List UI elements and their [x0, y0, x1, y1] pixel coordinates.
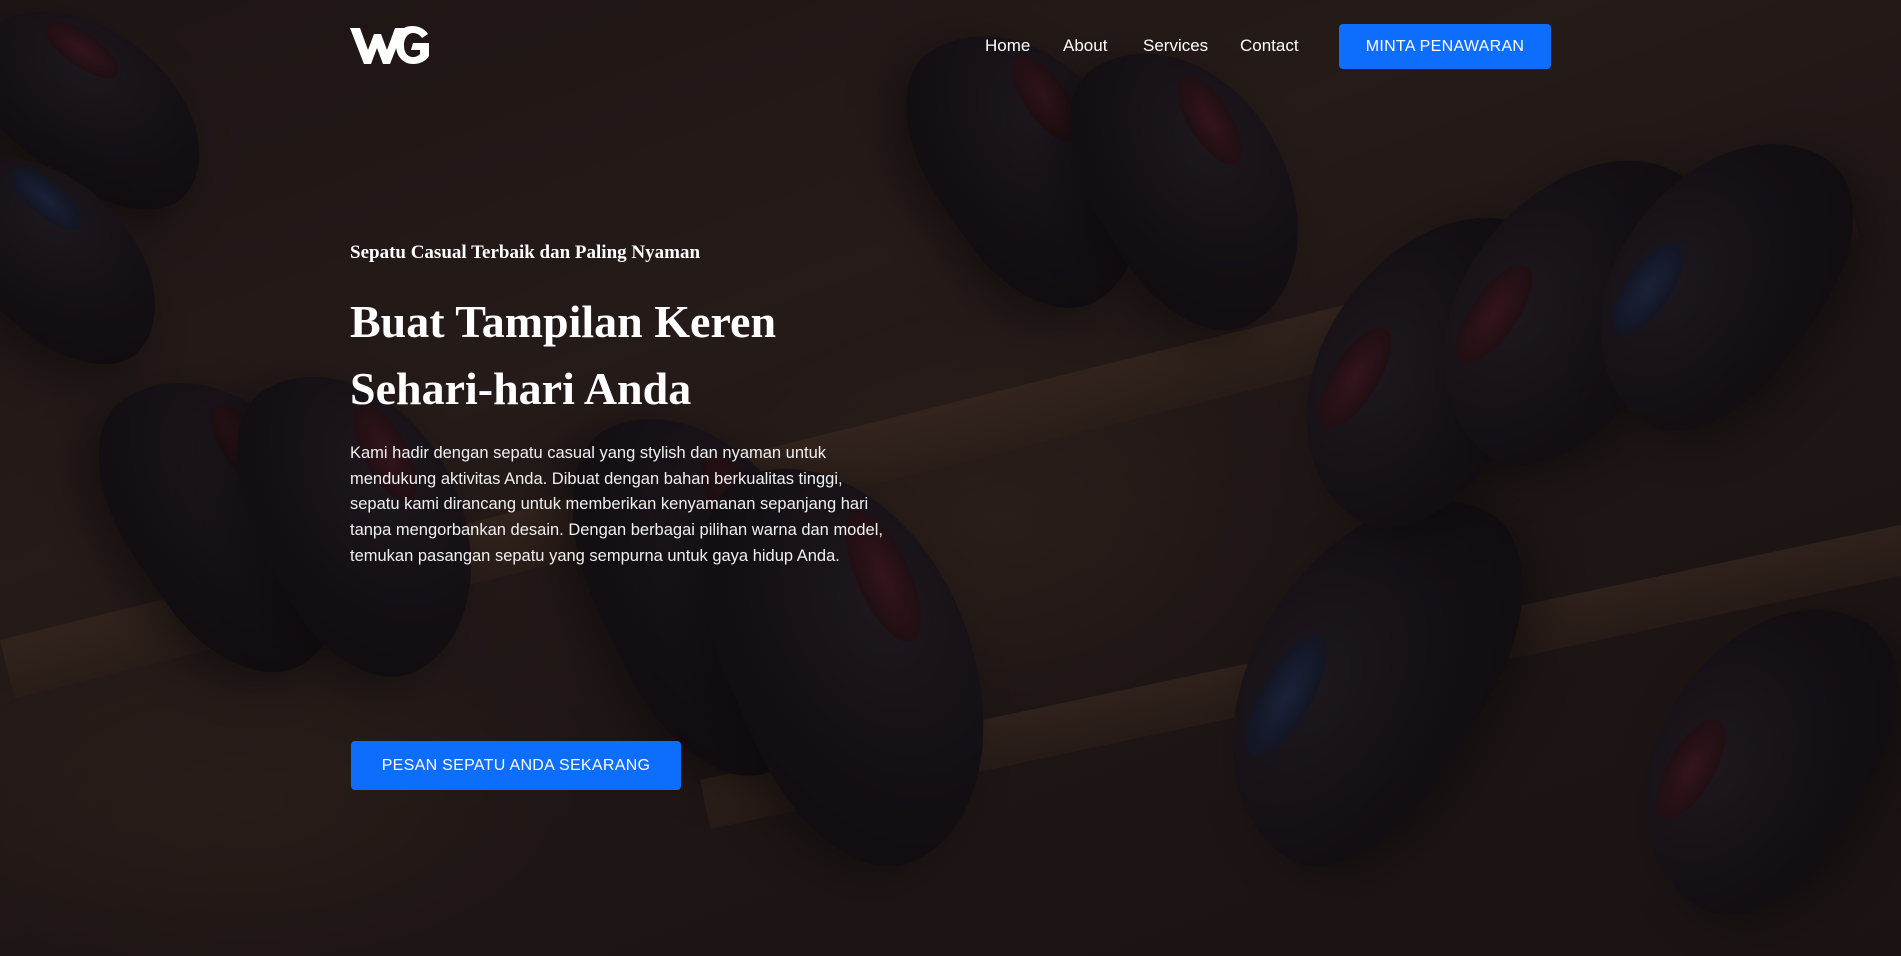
- hero-headline-line-2: Sehari-hari Anda: [350, 363, 692, 414]
- hero-subtitle: Sepatu Casual Terbaik dan Paling Nyaman: [350, 242, 701, 263]
- nav-home-link[interactable]: Home: [985, 36, 1030, 56]
- nav-contact-link[interactable]: Contact: [1240, 36, 1299, 56]
- order-shoes-button[interactable]: PESAN SEPATU ANDA SEKARANG: [351, 741, 681, 790]
- wg-logo-icon: [350, 26, 429, 64]
- dark-overlay: [0, 0, 1901, 956]
- hero-headline-line-1: Buat Tampilan Keren: [350, 296, 777, 347]
- nav-services-link[interactable]: Services: [1143, 36, 1208, 56]
- nav-about-link[interactable]: About: [1063, 36, 1107, 56]
- brand-logo[interactable]: [350, 24, 430, 66]
- hero-headline: Buat Tampilan Keren Sehari-hari Anda: [350, 288, 950, 422]
- hero-description: Kami hadir dengan sepatu casual yang sty…: [350, 444, 883, 565]
- request-quote-button[interactable]: MINTA PENAWARAN: [1339, 24, 1551, 69]
